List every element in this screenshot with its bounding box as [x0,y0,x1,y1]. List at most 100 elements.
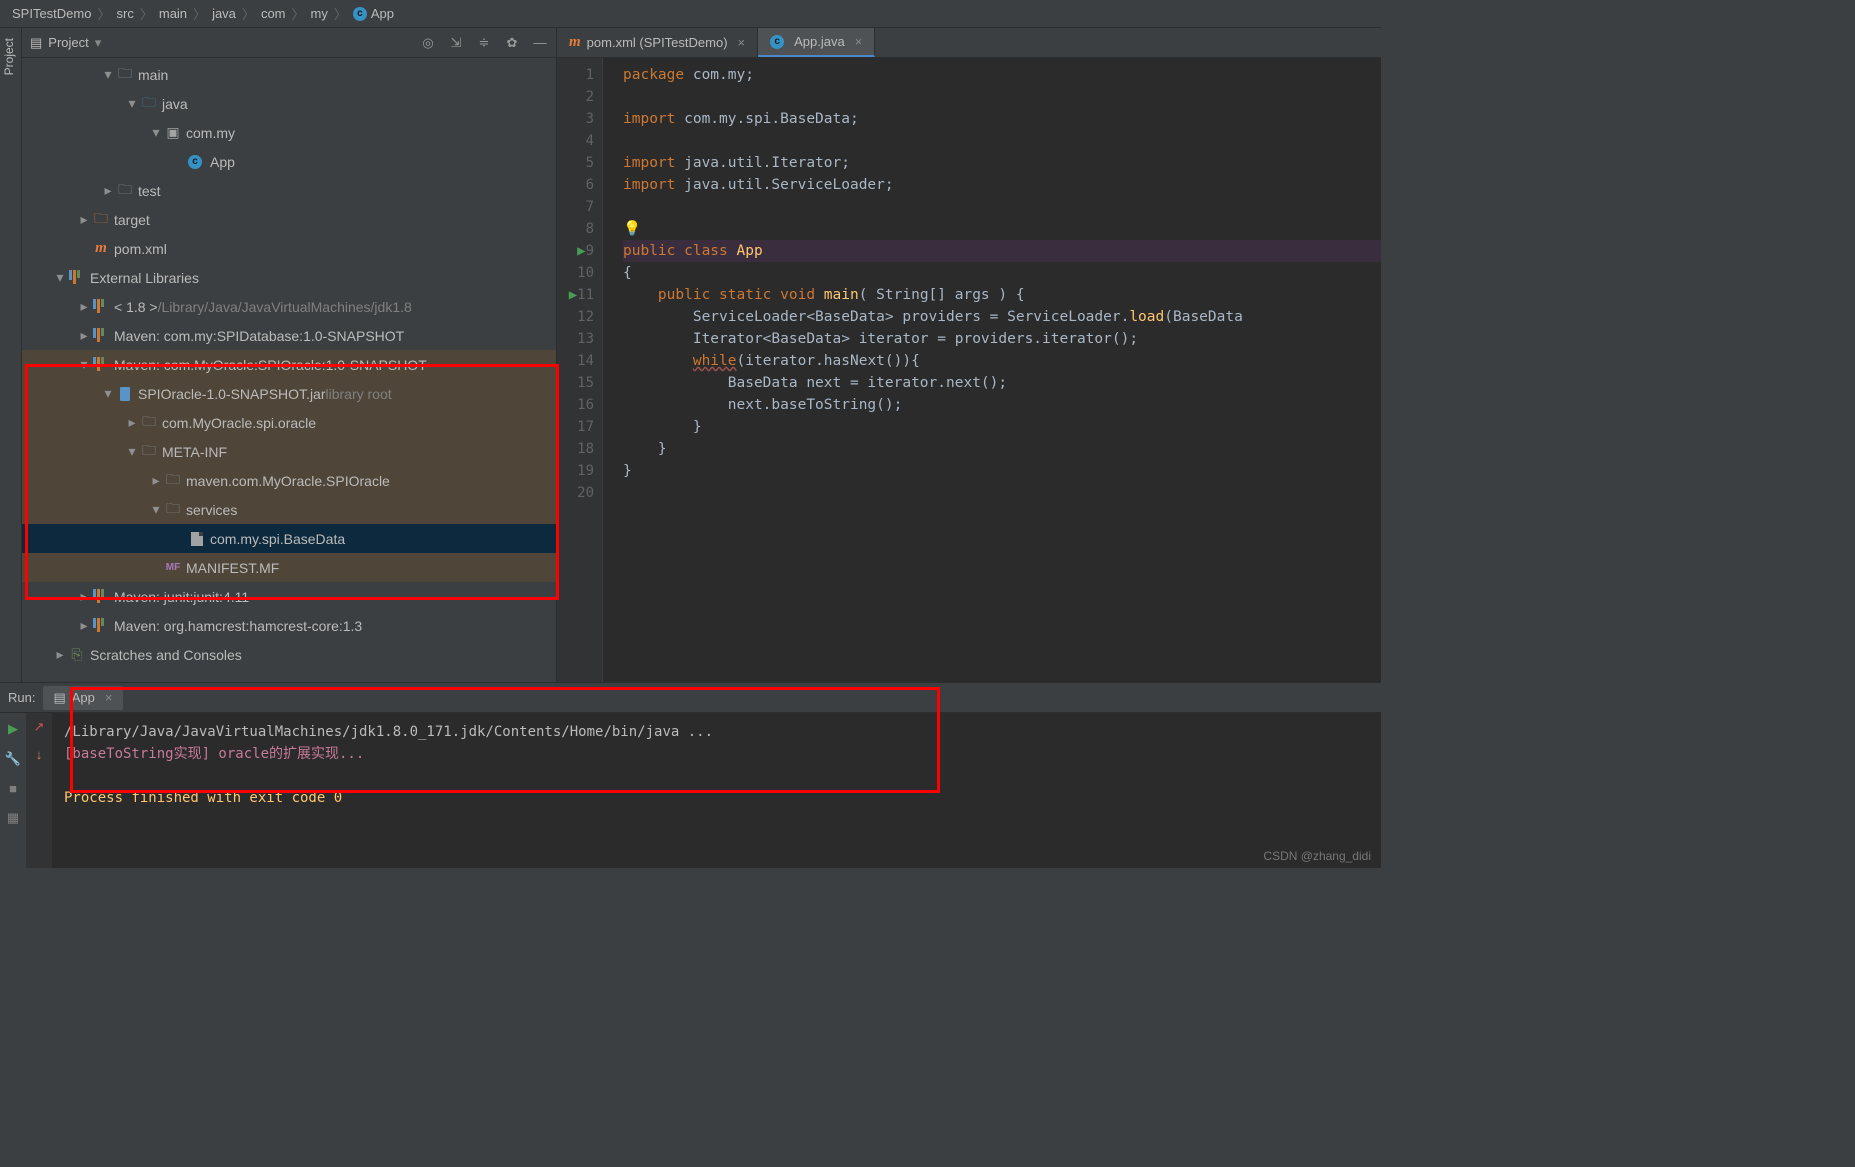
rerun-icon[interactable]: ↗ [34,719,45,735]
code-line[interactable] [623,482,1381,504]
gutter-line[interactable]: 2 [557,86,594,108]
gutter-line[interactable]: 3 [557,108,594,130]
run-gutter-icon[interactable]: ▶ [574,240,586,262]
editor-tab[interactable]: cApp.java× [758,28,875,57]
tree-arrow-icon[interactable]: ▸ [76,588,92,605]
tree-row[interactable]: ▸🗀target [22,205,556,234]
project-title[interactable]: Project [48,35,88,50]
code-line[interactable]: } [623,438,1381,460]
code-line[interactable]: 💡 [623,218,1381,240]
tree-arrow-icon[interactable]: ▾ [100,385,116,402]
tree-arrow-icon[interactable]: ▾ [100,66,116,83]
tree-row[interactable]: ▾Maven: com.MyOracle:SPIOracle:1.0-SNAPS… [22,350,556,379]
tree-arrow-icon[interactable]: ▸ [100,182,116,199]
wrench-icon[interactable]: 🔧 [5,751,21,767]
gutter-line[interactable]: 18 [557,438,594,460]
gutter-line[interactable]: 19 [557,460,594,482]
tree-arrow-icon[interactable]: ▾ [124,443,140,460]
gutter-line[interactable]: 12 [557,306,594,328]
target-icon[interactable]: ◎ [420,35,436,51]
tree-arrow-icon[interactable]: ▾ [148,501,164,518]
code-line[interactable]: } [623,416,1381,438]
code-line[interactable]: public class App [623,240,1381,262]
gutter-line[interactable]: ▶9 [557,240,594,262]
tree-arrow-icon[interactable]: ▸ [148,472,164,489]
code-line[interactable]: BaseData next = iterator.next(); [623,372,1381,394]
tree-row[interactable]: ▸🗀test [22,176,556,205]
code-line[interactable] [623,130,1381,152]
close-icon[interactable]: × [738,35,746,50]
close-icon[interactable]: × [855,34,863,49]
tree-arrow-icon[interactable]: ▾ [76,356,92,373]
code-line[interactable]: package com.my; [623,64,1381,86]
gutter-line[interactable]: 17 [557,416,594,438]
tree-row[interactable]: ▸Maven: com.my:SPIDatabase:1.0-SNAPSHOT [22,321,556,350]
gutter-line[interactable]: 7 [557,196,594,218]
tree-arrow-icon[interactable]: ▸ [52,646,68,663]
breadcrumb-item[interactable]: SPITestDemo [8,6,95,21]
tree-row[interactable]: ▸Maven: junit:junit:4.11 [22,582,556,611]
expand-icon[interactable]: ⇲ [448,35,464,51]
project-tree[interactable]: ▾🗀main▾🗀java▾▣com.mycApp▸🗀test▸🗀targetmp… [22,58,556,682]
tree-row[interactable]: ▸⎘Scratches and Consoles [22,640,556,669]
code-line[interactable]: Iterator<BaseData> iterator = providers.… [623,328,1381,350]
tree-arrow-icon[interactable]: ▾ [124,95,140,112]
tree-row[interactable]: cApp [22,147,556,176]
editor-tab[interactable]: mpom.xml (SPITestDemo)× [557,28,758,57]
breadcrumb-item[interactable]: java [208,6,240,21]
tree-row[interactable]: ▾🗀META-INF [22,437,556,466]
code-line[interactable]: import java.util.ServiceLoader; [623,174,1381,196]
code-line[interactable]: ServiceLoader<BaseData> providers = Serv… [623,306,1381,328]
breadcrumb-item[interactable]: main [155,6,191,21]
breadcrumb-item[interactable]: c App [349,6,398,21]
tree-row[interactable]: MFMANIFEST.MF [22,553,556,582]
project-tool-tab[interactable]: Project [0,28,18,85]
stop-icon[interactable]: ■ [9,781,17,796]
code-line[interactable] [623,86,1381,108]
chevron-down-icon[interactable]: ▾ [95,35,102,51]
gutter-line[interactable]: 6 [557,174,594,196]
run-gutter-icon[interactable]: ▶ [565,284,577,306]
tree-row[interactable]: ▸Maven: org.hamcrest:hamcrest-core:1.3 [22,611,556,640]
tree-row[interactable]: ▸🗀com.MyOracle.spi.oracle [22,408,556,437]
run-output[interactable]: /Library/Java/JavaVirtualMachines/jdk1.8… [52,713,1381,868]
gutter-line[interactable]: ▶11 [557,284,594,306]
tree-row[interactable]: ▾🗀java [22,89,556,118]
tree-arrow-icon[interactable]: ▸ [76,617,92,634]
collapse-icon[interactable]: ≑ [476,35,492,51]
tree-arrow-icon[interactable]: ▾ [52,269,68,286]
tree-row[interactable]: ▸🗀maven.com.MyOracle.SPIOracle [22,466,556,495]
tree-arrow-icon[interactable]: ▸ [76,327,92,344]
tree-row[interactable]: ▾External Libraries [22,263,556,292]
gutter-line[interactable]: 4 [557,130,594,152]
code-line[interactable]: public static void main( String[] args )… [623,284,1381,306]
tree-row[interactable]: ▾🗀services [22,495,556,524]
gutter-line[interactable]: 10 [557,262,594,284]
tree-row[interactable]: ▾🗀main [22,60,556,89]
code-editor[interactable]: package com.my; import com.my.spi.BaseDat… [603,58,1381,682]
layout-icon[interactable]: ▦ [7,810,19,826]
settings-icon[interactable]: ✿ [504,35,520,51]
gutter-line[interactable]: 1 [557,64,594,86]
code-line[interactable]: import com.my.spi.BaseData; [623,108,1381,130]
gutter-line[interactable]: 8 [557,218,594,240]
breadcrumb-item[interactable]: my [307,6,332,21]
gutter-line[interactable]: 16 [557,394,594,416]
gutter-line[interactable]: 13 [557,328,594,350]
gutter-line[interactable]: 14 [557,350,594,372]
tree-row[interactable]: ▾SPIOracle-1.0-SNAPSHOT.jar library root [22,379,556,408]
close-icon[interactable]: × [105,690,113,705]
code-line[interactable]: while(iterator.hasNext()){ [623,350,1381,372]
tree-arrow-icon[interactable]: ▸ [76,211,92,228]
code-line[interactable] [623,196,1381,218]
hide-icon[interactable]: — [532,35,548,51]
down-icon[interactable]: ↓ [36,747,43,762]
run-config-tab[interactable]: ▤ App × [43,686,122,710]
run-icon[interactable]: ▶ [8,721,18,737]
tree-row[interactable]: ▾▣com.my [22,118,556,147]
breadcrumb-item[interactable]: com [257,6,290,21]
tree-arrow-icon[interactable]: ▾ [148,124,164,141]
tree-arrow-icon[interactable]: ▸ [76,298,92,315]
code-line[interactable]: } [623,460,1381,482]
tree-row[interactable]: com.my.spi.BaseData [22,524,556,553]
